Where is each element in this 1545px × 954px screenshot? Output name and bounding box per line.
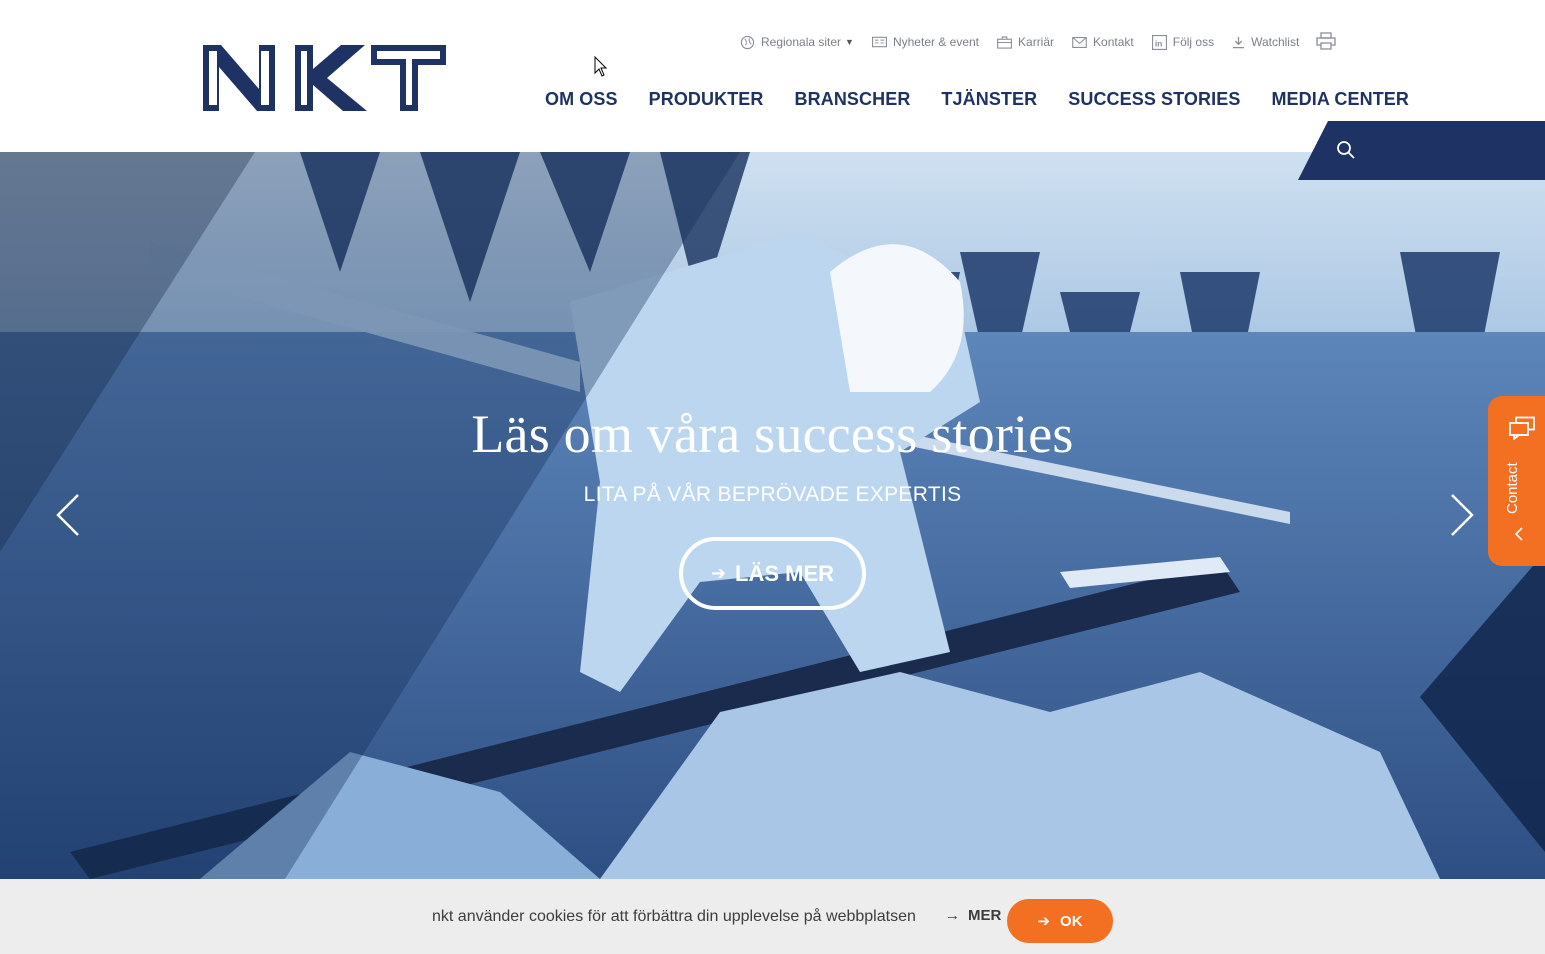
search-button[interactable] [1298, 121, 1545, 180]
hero-slider: Läs om våra success stories LITA PÅ VÅR … [0, 152, 1545, 879]
cookie-text: nkt använder cookies för att förbättra d… [432, 908, 916, 925]
chevron-left-icon[interactable] [52, 492, 86, 538]
utility-bar: Regionala siter ▼ Nyheter & event Karriä… [740, 32, 1317, 52]
briefcase-icon [997, 35, 1012, 49]
site-header: Regionala siter ▼ Nyheter & event Karriä… [0, 0, 1545, 152]
caret-down-icon: ▼ [845, 37, 854, 47]
chat-icon [1509, 416, 1535, 440]
follow-us-link[interactable]: in Följ oss [1151, 34, 1215, 50]
hero-subtitle: LITA PÅ VÅR BEPRÖVADE EXPERTIS [583, 483, 962, 506]
arrow-right-icon: ➔ [710, 563, 727, 583]
cookie-more-link[interactable]: → MER [945, 907, 1001, 924]
follow-us-label: Följ oss [1172, 35, 1215, 49]
newspaper-icon [871, 36, 887, 48]
career-link[interactable]: Karriär [997, 35, 1054, 49]
contact-side-tab[interactable]: Contact [1488, 396, 1545, 566]
watchlist-link[interactable]: Watchlist [1232, 35, 1299, 49]
envelope-icon [1072, 36, 1087, 48]
hero-image [0, 152, 1545, 879]
nkt-logo[interactable] [203, 45, 446, 111]
cookie-ok-label: OK [1060, 912, 1083, 930]
hero-title: Läs om våra success stories [471, 404, 1074, 464]
arrow-right-icon: ➔ [1037, 913, 1051, 930]
arrow-right-icon: → [945, 907, 960, 924]
chevron-left-icon [1514, 527, 1523, 541]
nav-item-tjanster[interactable]: TJÄNSTER [941, 89, 1037, 110]
contact-tab-label: Contact [1504, 462, 1521, 514]
cookie-more-label: MER [968, 907, 1002, 924]
linkedin-icon: in [1151, 34, 1167, 50]
read-more-button[interactable]: ➔ LÄS MER [679, 537, 866, 610]
mouse-cursor-icon [594, 56, 608, 77]
nav-item-media-center[interactable]: MEDIA CENTER [1271, 89, 1409, 110]
chevron-right-icon[interactable] [1444, 492, 1478, 538]
news-events-label: Nyheter & event [892, 35, 980, 49]
contact-label: Kontakt [1093, 35, 1134, 49]
nav-item-branscher[interactable]: BRANSCHER [795, 89, 911, 110]
download-icon [1233, 36, 1245, 48]
read-more-label: LÄS MER [735, 560, 835, 586]
watchlist-label: Watchlist [1251, 35, 1300, 49]
regional-sites-label: Regionala siter [761, 35, 842, 49]
regional-sites-link[interactable]: Regionala siter ▼ [740, 35, 854, 50]
career-label: Karriär [1018, 35, 1055, 49]
svg-text:in: in [1155, 38, 1162, 48]
contact-link[interactable]: Kontakt [1072, 35, 1134, 49]
main-nav: OM OSS PRODUKTER BRANSCHER TJÄNSTER SUCC… [545, 89, 1409, 110]
cookie-ok-button[interactable]: ➔ OK [1007, 899, 1113, 943]
nav-item-success-stories[interactable]: SUCCESS STORIES [1068, 89, 1240, 110]
printer-icon[interactable] [1316, 32, 1336, 50]
globe-icon [740, 35, 755, 49]
news-events-link[interactable]: Nyheter & event [871, 35, 980, 49]
nav-item-om-oss[interactable]: OM OSS [545, 89, 618, 110]
nav-item-produkter[interactable]: PRODUKTER [649, 89, 764, 110]
search-icon [1337, 141, 1355, 159]
cookie-banner: nkt använder cookies för att förbättra d… [0, 879, 1545, 954]
